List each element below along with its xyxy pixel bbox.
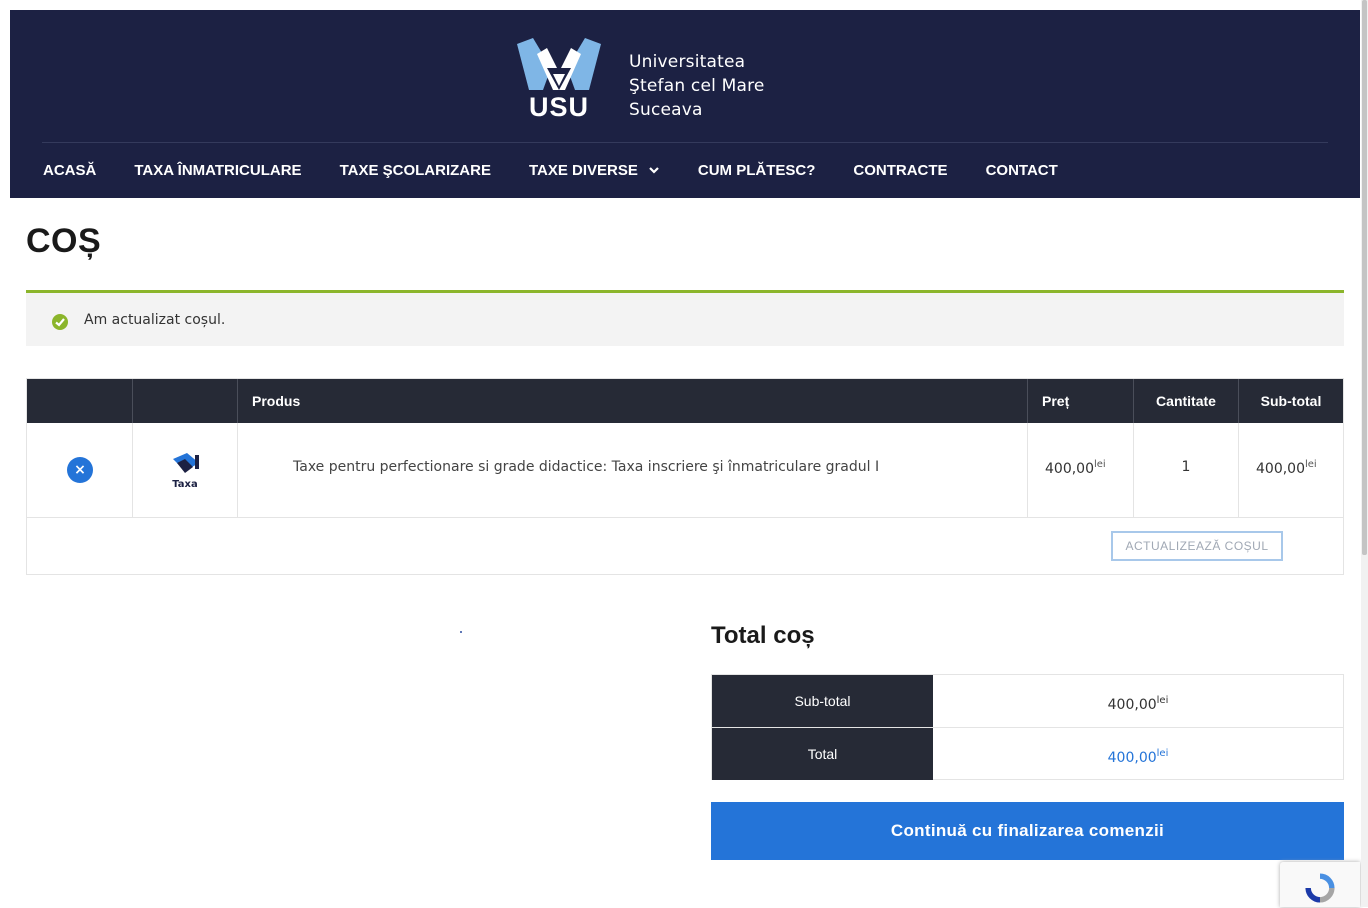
column-header-product: Produs bbox=[238, 379, 1028, 423]
nav-item-taxe-diverse[interactable]: TAXE DIVERSE bbox=[529, 160, 660, 180]
recaptcha-badge[interactable] bbox=[1280, 862, 1360, 907]
chevron-down-icon bbox=[649, 167, 659, 174]
product-thumbnail[interactable]: Taxa bbox=[163, 449, 207, 493]
remove-item-button[interactable]: × bbox=[67, 457, 93, 483]
nav-item-cum-platesc[interactable]: CUM PLĂTESC? bbox=[698, 160, 816, 180]
price-amount: 400,00 bbox=[1045, 461, 1094, 477]
product-name-cell: Taxe pentru perfectionare si grade didac… bbox=[238, 423, 1028, 517]
column-header-price: Preț bbox=[1028, 379, 1134, 423]
column-header-subtotal: Sub-total bbox=[1260, 393, 1322, 409]
total-value: 400,00lei bbox=[933, 728, 1343, 780]
remove-cell: × bbox=[27, 423, 133, 517]
nav-item-contracte[interactable]: CONTRACTE bbox=[853, 160, 947, 180]
subtotal-value: 400,00lei bbox=[933, 675, 1343, 727]
product-thumbnail-label: Taxa bbox=[172, 479, 197, 490]
proceed-to-checkout-button[interactable]: Continuă cu finalizarea comenzii bbox=[711, 802, 1344, 860]
cart-table-header: Produs Preț Cantitate Sub-total bbox=[27, 379, 1343, 423]
quantity-value[interactable]: 1 bbox=[1134, 459, 1238, 475]
column-header-quantity: Cantitate bbox=[1134, 379, 1239, 423]
quantity-cell: 1 bbox=[1134, 423, 1239, 517]
nav-item-taxe-scolarizare[interactable]: TAXE ŞCOLARIZARE bbox=[340, 160, 491, 180]
nav-item-acasa[interactable]: ACASĂ bbox=[43, 160, 96, 180]
total-amount: 400,00 bbox=[1107, 750, 1157, 766]
cart-totals-table: Sub-total 400,00lei Total 400,00lei bbox=[711, 674, 1344, 780]
product-name[interactable]: Taxe pentru perfectionare si grade didac… bbox=[293, 459, 879, 475]
cart-totals-title: Total coș bbox=[711, 622, 815, 649]
logo-line: Suceava bbox=[629, 100, 703, 120]
currency-label: lei bbox=[1094, 459, 1106, 470]
notice-text: Am actualizat coșul. bbox=[84, 312, 226, 328]
nav-item-label: TAXE DIVERSE bbox=[528, 161, 638, 179]
nav-item-taxa-inmatriculare[interactable]: TAXA ÎNMATRICULARE bbox=[134, 160, 301, 180]
total-row: Total 400,00lei bbox=[712, 728, 1343, 780]
product-price: 400,00lei bbox=[1045, 459, 1106, 477]
subtotal-cell: 400,00lei bbox=[1239, 423, 1343, 517]
site-logo[interactable]: USU Universitatea Ştefan cel Mare Suceav… bbox=[507, 38, 807, 124]
page-title: COȘ bbox=[26, 222, 102, 260]
subtotal-label: Sub-total bbox=[712, 675, 933, 727]
currency-label: lei bbox=[1305, 459, 1317, 470]
subtotal-amount: 400,00 bbox=[1107, 697, 1157, 713]
column-header-remove bbox=[27, 379, 133, 423]
cart-item-row: × Taxa Taxe pentru perfectionare si grad… bbox=[27, 423, 1343, 518]
main-nav: ACASĂ TAXA ÎNMATRICULARE TAXE ŞCOLARIZAR… bbox=[43, 160, 1096, 180]
check-circle-icon bbox=[52, 314, 68, 330]
price-cell: 400,00lei bbox=[1028, 423, 1134, 517]
nav-divider bbox=[42, 142, 1328, 143]
page-scrollbar-thumb[interactable] bbox=[1362, 0, 1367, 555]
item-subtotal: 400,00lei bbox=[1256, 459, 1317, 477]
column-header-thumbnail bbox=[133, 379, 238, 423]
cart-table: Produs Preț Cantitate Sub-total × Taxa T… bbox=[26, 378, 1344, 575]
logo-abbr: USU bbox=[529, 92, 590, 122]
thumbnail-cell: Taxa bbox=[133, 423, 238, 517]
nav-item-contact[interactable]: CONTACT bbox=[986, 160, 1058, 180]
currency-label: lei bbox=[1156, 748, 1169, 759]
logo-line: Universitatea bbox=[629, 52, 746, 72]
logo-line: Ştefan cel Mare bbox=[629, 76, 765, 96]
total-label: Total bbox=[712, 728, 933, 780]
cart-updated-notice: Am actualizat coșul. bbox=[26, 290, 1344, 346]
decorative-dot bbox=[460, 631, 462, 633]
update-cart-button[interactable]: ACTUALIZEAZĂ COȘUL bbox=[1111, 531, 1283, 561]
currency-label: lei bbox=[1156, 695, 1169, 706]
subtotal-amount: 400,00 bbox=[1256, 461, 1305, 477]
logo-text: Universitatea Ştefan cel Mare Suceava bbox=[629, 50, 765, 122]
site-header: USU Universitatea Ştefan cel Mare Suceav… bbox=[10, 10, 1360, 198]
recaptcha-icon bbox=[1305, 873, 1335, 903]
subtotal-row: Sub-total 400,00lei bbox=[712, 675, 1343, 728]
